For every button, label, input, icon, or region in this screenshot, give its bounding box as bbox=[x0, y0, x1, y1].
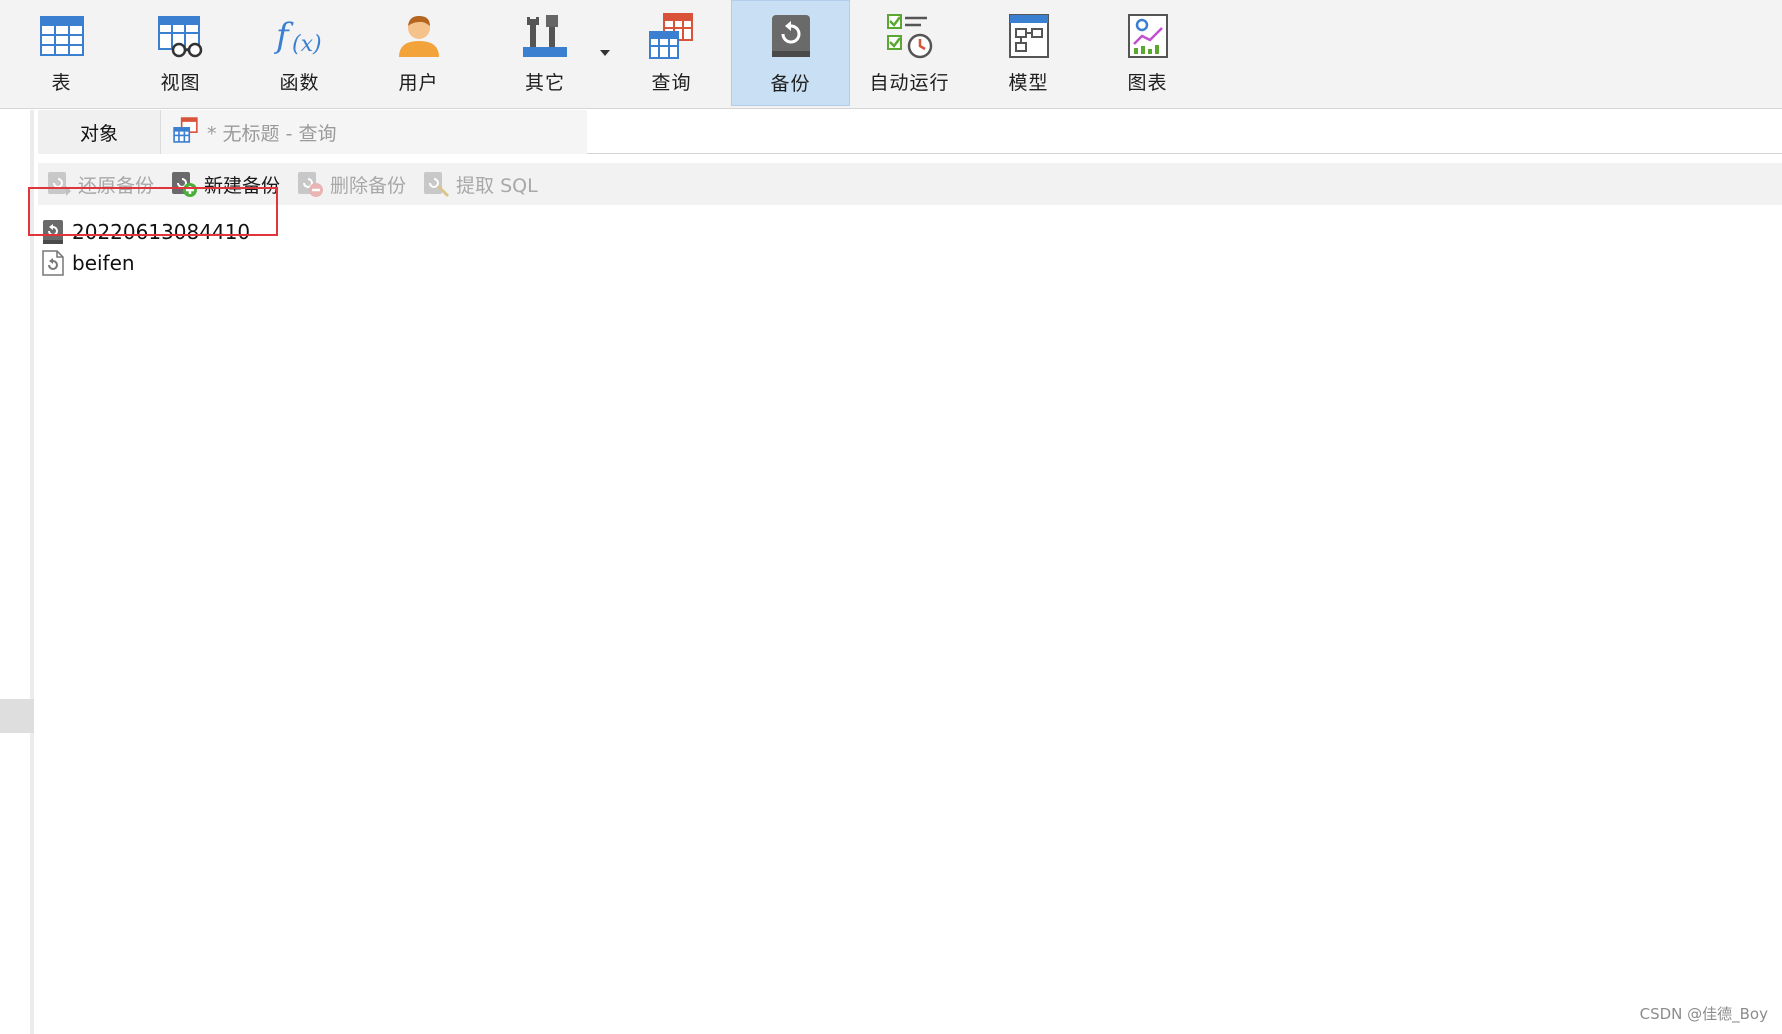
delete-backup-label: 删除备份 bbox=[330, 174, 407, 197]
ribbon-label-chart: 图表 bbox=[1127, 72, 1168, 94]
tab-bar: 对象 * 无标题 - 查询 bbox=[38, 110, 1782, 154]
ribbon-label-backup: 备份 bbox=[770, 73, 811, 95]
ribbon-button-backup[interactable]: 备份 bbox=[731, 0, 850, 106]
restore-backup-button[interactable]: 还原备份 bbox=[46, 165, 154, 203]
tab-query-label: * 无标题 - 查询 bbox=[207, 122, 337, 145]
backup-toolbar: 还原备份 新建备份 删除备份 提取 SQL bbox=[38, 163, 1782, 205]
delete-backup-button[interactable]: 删除备份 bbox=[296, 165, 406, 203]
chart-icon bbox=[1122, 10, 1174, 62]
extract-sql-button[interactable]: 提取 SQL bbox=[422, 165, 538, 203]
new-backup-button[interactable]: 新建备份 bbox=[170, 165, 280, 203]
main-ribbon: 表 视图 f (x) 函数 用户 其它 查询 备份 自动运行 模型 图表 bbox=[0, 0, 1782, 109]
ribbon-label-query: 查询 bbox=[651, 72, 692, 94]
tab-objects-label: 对象 bbox=[79, 122, 118, 145]
svg-text:f: f bbox=[274, 16, 294, 56]
backup-list: 20220613084410 beifen bbox=[38, 205, 1782, 1034]
restore-backup-label: 还原备份 bbox=[78, 174, 155, 197]
ribbon-button-table[interactable]: 表 bbox=[2, 0, 121, 106]
automation-icon bbox=[884, 10, 936, 62]
ribbon-label-function: 函数 bbox=[279, 72, 320, 94]
tab-untitled-query[interactable]: * 无标题 - 查询 bbox=[160, 110, 587, 154]
function-icon: f (x) bbox=[274, 10, 326, 62]
view-icon bbox=[155, 10, 207, 62]
query-tab-icon bbox=[173, 116, 199, 148]
list-item[interactable]: beifen bbox=[42, 248, 135, 278]
query-icon bbox=[646, 10, 698, 62]
ribbon-label-automation: 自动运行 bbox=[869, 72, 950, 94]
extract-sql-label: 提取 SQL bbox=[456, 174, 538, 197]
watermark: CSDN @佳德_Boy bbox=[1639, 1005, 1768, 1023]
new-backup-icon bbox=[172, 172, 198, 197]
ribbon-label-other: 其它 bbox=[524, 72, 565, 94]
ribbon-label-view: 视图 bbox=[160, 72, 201, 94]
ribbon-label-model: 模型 bbox=[1008, 72, 1049, 94]
restore-backup-icon bbox=[48, 172, 71, 196]
panel-resize-handle[interactable] bbox=[0, 699, 34, 733]
ribbon-label-table: 表 bbox=[51, 72, 72, 94]
ribbon-button-view[interactable]: 视图 bbox=[121, 0, 240, 106]
new-backup-label: 新建备份 bbox=[204, 174, 281, 197]
list-item-label: beifen bbox=[72, 251, 135, 275]
ribbon-button-other[interactable]: 其它 bbox=[478, 0, 612, 106]
user-icon bbox=[393, 10, 445, 62]
left-panel-gutter bbox=[0, 110, 34, 1034]
table-icon bbox=[36, 10, 88, 62]
delete-backup-icon bbox=[298, 172, 324, 197]
ribbon-button-function[interactable]: f (x) 函数 bbox=[240, 0, 359, 106]
ribbon-button-model[interactable]: 模型 bbox=[969, 0, 1088, 106]
model-icon bbox=[1003, 10, 1055, 62]
backup-file-icon bbox=[43, 220, 63, 244]
list-item[interactable]: 20220613084410 bbox=[42, 217, 250, 247]
ribbon-label-user: 用户 bbox=[398, 72, 439, 94]
ribbon-button-query[interactable]: 查询 bbox=[612, 0, 731, 106]
tools-icon bbox=[519, 10, 571, 62]
ribbon-button-user[interactable]: 用户 bbox=[359, 0, 478, 106]
ribbon-button-chart[interactable]: 图表 bbox=[1088, 0, 1207, 106]
chevron-down-icon[interactable] bbox=[600, 50, 610, 56]
backup-icon bbox=[765, 11, 817, 63]
extract-sql-icon bbox=[424, 172, 450, 198]
ribbon-button-automation[interactable]: 自动运行 bbox=[850, 0, 969, 106]
list-item-label: 20220613084410 bbox=[72, 220, 251, 244]
tab-objects[interactable]: 对象 bbox=[38, 110, 160, 154]
svg-text:(x): (x) bbox=[292, 32, 322, 57]
backup-profile-icon bbox=[42, 250, 64, 276]
